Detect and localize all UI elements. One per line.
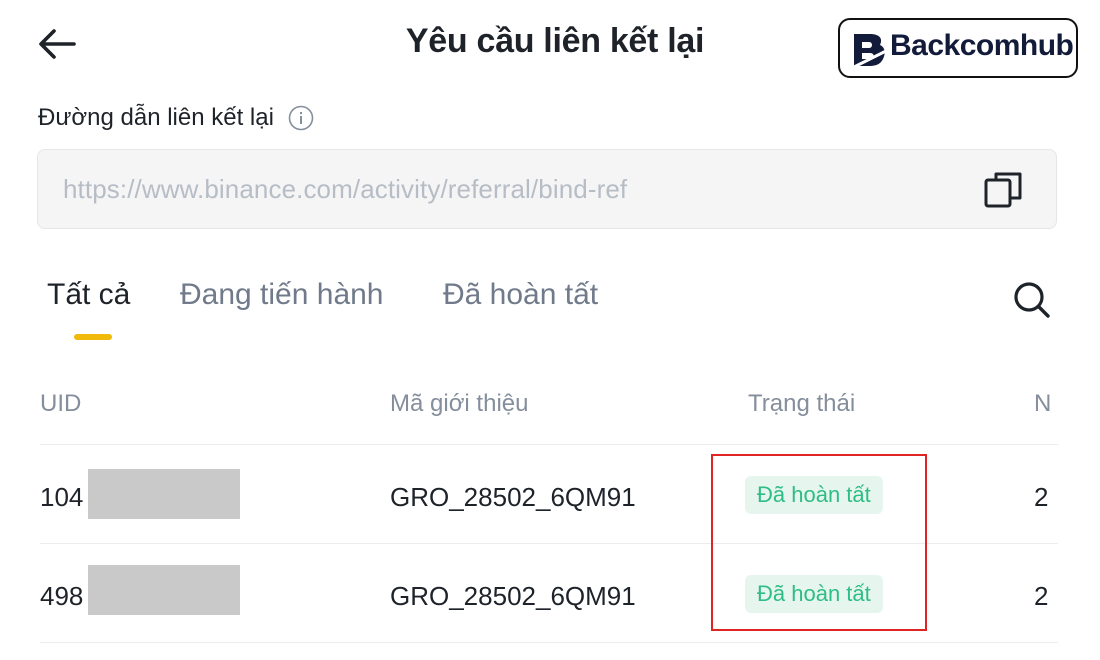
- copy-button[interactable]: [982, 168, 1026, 212]
- info-icon[interactable]: [288, 105, 314, 131]
- column-header-status: Trạng thái: [748, 390, 856, 417]
- uid-cell: 104: [40, 482, 84, 512]
- table-row[interactable]: 104 GRO_28502_6QM91 Đã hoàn tất 2: [40, 446, 1100, 544]
- brand-text: Backcomhub: [890, 29, 1074, 62]
- search-button[interactable]: [1010, 278, 1054, 322]
- referral-code-cell: GRO_28502_6QM91: [390, 581, 636, 611]
- uid-cell: 498: [40, 581, 84, 611]
- n-cell: 2: [1034, 581, 1049, 611]
- link-label-text: Đường dẫn liên kết lại: [38, 104, 274, 131]
- referral-link-field[interactable]: https://www.binance.com/activity/referra…: [37, 149, 1057, 229]
- header: Yêu cầu liên kết lại Backcomhub: [0, 0, 1100, 90]
- link-section-label: Đường dẫn liên kết lại: [38, 104, 314, 132]
- active-tab-indicator: [74, 334, 112, 340]
- redaction-mask: [88, 565, 240, 615]
- tab-all[interactable]: Tất cả: [47, 278, 130, 312]
- divider: [40, 444, 1058, 445]
- divider: [40, 642, 1058, 643]
- tab-in-progress[interactable]: Đang tiến hành: [180, 278, 384, 312]
- status-highlight-box: [711, 454, 927, 631]
- redaction-mask: [88, 469, 240, 519]
- search-icon: [1014, 282, 1050, 318]
- column-header-uid: UID: [40, 390, 82, 417]
- column-header-referral-code: Mã giới thiệu: [390, 390, 529, 417]
- brand-logo: Backcomhub: [838, 18, 1078, 78]
- table-row[interactable]: 498 GRO_28502_6QM91 Đã hoàn tất 2: [40, 545, 1100, 643]
- column-header-n: N: [1034, 390, 1052, 417]
- status-tabs: Tất cả Đang tiến hành Đã hoàn tất: [0, 278, 1100, 348]
- n-cell: 2: [1034, 482, 1049, 512]
- brand-mark-icon: [851, 34, 889, 70]
- tab-completed[interactable]: Đã hoàn tất: [443, 278, 598, 312]
- referral-link-value: https://www.binance.com/activity/referra…: [63, 174, 628, 204]
- copy-icon: [984, 172, 1022, 208]
- referral-code-cell: GRO_28502_6QM91: [390, 482, 636, 512]
